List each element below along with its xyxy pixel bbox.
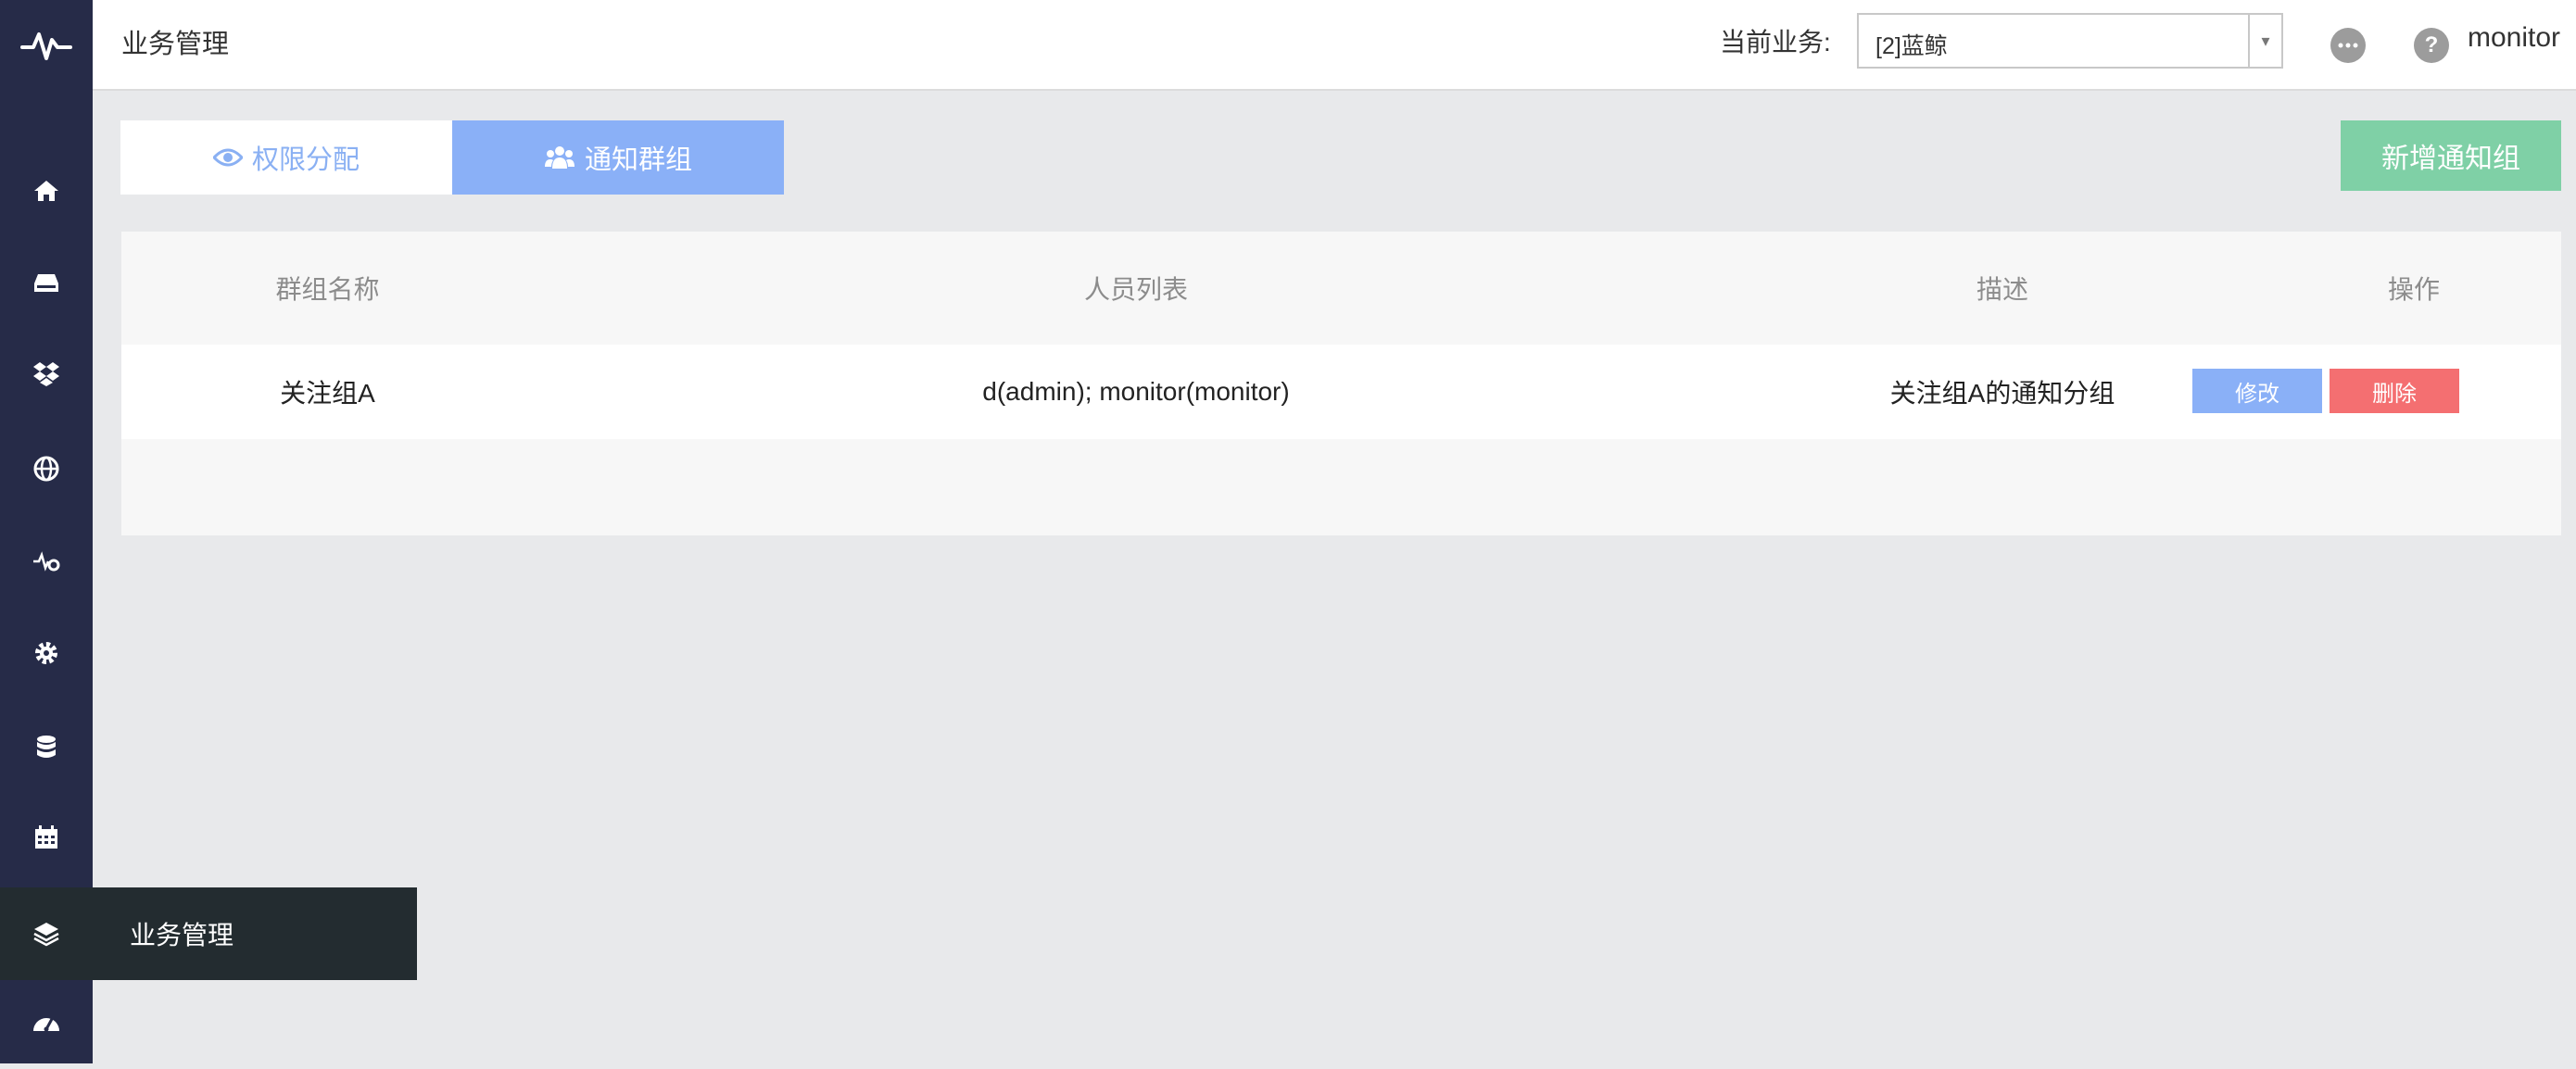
header-description: 描述	[1976, 275, 2028, 304]
nav-globe[interactable]	[0, 422, 93, 515]
globe-icon	[33, 456, 59, 482]
dashboard-icon	[33, 1018, 59, 1032]
inbox-icon	[34, 274, 58, 292]
help-button[interactable]: ?	[2414, 28, 2449, 63]
business-select-value: [2]蓝鲸	[1875, 33, 1948, 59]
nav-settings[interactable]	[0, 607, 93, 699]
more-icon	[2338, 43, 2358, 48]
layers-icon	[33, 923, 59, 947]
group-table: 群组名称 人员列表 描述 操作 关注组A d(admin); monitor(m…	[121, 232, 2561, 535]
topbar: 业务管理 当前业务: [2]蓝鲸 ▾ ? monitor	[93, 0, 2576, 91]
eye-icon	[212, 148, 243, 167]
tab-permission-label: 权限分配	[251, 145, 360, 175]
cell-members: d(admin); monitor(monitor)	[982, 377, 1290, 406]
pulse-gear-icon	[33, 551, 60, 572]
nav-business[interactable]	[0, 887, 93, 980]
tab-notify-group-label: 通知群组	[584, 145, 692, 175]
tab-permission[interactable]: 权限分配	[120, 120, 452, 195]
business-label: 当前业务:	[1720, 28, 1831, 57]
logo[interactable]	[0, 0, 93, 91]
gear-icon	[35, 642, 57, 664]
pulse-logo-icon	[20, 32, 72, 60]
header-group-name: 群组名称	[275, 275, 380, 304]
calendar-icon	[35, 825, 57, 849]
user-name[interactable]: monitor	[2468, 22, 2560, 54]
nav-dropbox[interactable]	[0, 327, 93, 420]
tab-notify-group[interactable]: 通知群组	[452, 120, 784, 195]
nav-home[interactable]	[0, 145, 93, 237]
header-actions: 操作	[2387, 275, 2440, 304]
help-icon: ?	[2424, 32, 2439, 57]
more-button[interactable]	[2330, 28, 2366, 63]
nav-tooltip: 业务管理	[93, 887, 417, 980]
cell-group-name: 关注组A	[280, 379, 375, 408]
cell-description: 关注组A的通知分组	[1889, 379, 2115, 408]
page-title: 业务管理	[121, 30, 230, 59]
nav-database[interactable]	[0, 701, 93, 794]
nav-calendar[interactable]	[0, 791, 93, 884]
dropdown-arrow-icon[interactable]: ▾	[2248, 15, 2281, 67]
nav-monitor[interactable]	[0, 515, 93, 608]
header-members: 人员列表	[1083, 275, 1188, 304]
add-notify-group-button[interactable]: 新增通知组	[2341, 120, 2561, 191]
sidebar	[0, 0, 93, 1063]
edit-button[interactable]: 修改	[2192, 369, 2322, 413]
delete-button[interactable]: 删除	[2330, 369, 2459, 413]
dropbox-icon	[33, 362, 59, 386]
database-icon	[37, 736, 56, 758]
nav-dashboard[interactable]	[0, 976, 93, 1069]
home-icon	[34, 181, 58, 201]
users-icon	[544, 146, 575, 169]
business-select[interactable]: [2]蓝鲸 ▾	[1857, 13, 2283, 69]
nav-inbox[interactable]	[0, 236, 93, 329]
table-row: 关注组A d(admin); monitor(monitor) 关注组A的通知分…	[121, 345, 2561, 439]
